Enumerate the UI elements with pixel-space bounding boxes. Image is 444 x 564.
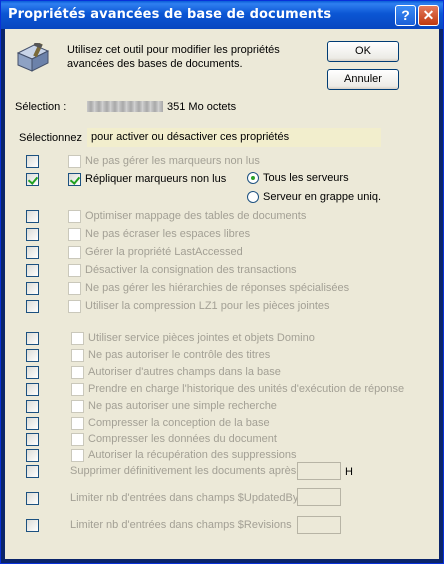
prop-checkbox-10[interactable] xyxy=(71,349,84,362)
toggle-checkbox-4[interactable] xyxy=(26,228,39,241)
prop-label-11: Autoriser d'autres champs dans la base xyxy=(88,366,281,378)
prop-label-19: Limiter nb d'entrées dans champs $Revisi… xyxy=(70,519,292,531)
prop-label-6: Désactiver la consignation des transacti… xyxy=(85,264,297,276)
selection-label: Sélection : xyxy=(15,101,67,113)
toggle-checkbox-19[interactable] xyxy=(26,519,39,532)
toggle-hint-banner: pour activer ou désactiver ces propriété… xyxy=(87,128,381,147)
dialog-body: Utilisez cet outil pour modifier les pro… xyxy=(5,29,439,559)
prop-label-13: Ne pas autoriser une simple recherche xyxy=(88,400,277,412)
prop-checkbox-11[interactable] xyxy=(71,366,84,379)
prop-label-18: Limiter nb d'entrées dans champs $Update… xyxy=(70,492,299,504)
selection-size: 351 Mo octets xyxy=(167,101,237,113)
database-name-redacted xyxy=(87,101,163,112)
purge-interval-input[interactable] xyxy=(297,462,341,480)
prop-checkbox-16[interactable] xyxy=(71,449,84,462)
prop-checkbox-7[interactable] xyxy=(68,282,81,295)
toggle-column-label: Sélectionnez xyxy=(19,132,82,144)
toggle-checkbox-6[interactable] xyxy=(26,264,39,277)
prop-label-8: Utiliser la compression LZ1 pour les piè… xyxy=(85,300,330,312)
toggle-checkbox-8[interactable] xyxy=(26,300,39,313)
prop-label-12: Prendre en charge l'historique des unité… xyxy=(88,383,405,395)
toggle-checkbox-11[interactable] xyxy=(26,366,39,379)
prop-checkbox-3[interactable] xyxy=(68,210,81,223)
radio-all-servers[interactable] xyxy=(247,172,259,184)
prop-checkbox-5[interactable] xyxy=(68,246,81,259)
prop-label-16: Autoriser la récupération des suppressio… xyxy=(88,449,297,461)
ok-button[interactable]: OK xyxy=(327,41,399,62)
prop-label-4: Ne pas écraser les espaces libres xyxy=(85,228,251,240)
prop-checkbox-6[interactable] xyxy=(68,264,81,277)
toggle-checkbox-12[interactable] xyxy=(26,383,39,396)
radio-cluster-server[interactable] xyxy=(247,191,259,203)
prop-checkbox-1[interactable] xyxy=(68,155,81,168)
description-line-1: Utilisez cet outil pour modifier les pro… xyxy=(67,44,280,56)
radio-cluster-server-label: Serveur en grappe uniq. xyxy=(263,191,382,203)
prop-label-17: Supprimer définitivement les documents a… xyxy=(70,465,297,477)
toggle-checkbox-18[interactable] xyxy=(26,492,39,505)
database-tool-icon xyxy=(16,43,50,72)
close-button[interactable]: ✕ xyxy=(418,5,439,26)
prop-label-5: Gérer la propriété LastAccessed xyxy=(85,246,243,258)
toggle-checkbox-1[interactable] xyxy=(26,155,39,168)
dialog-window: Propriétés avancées de base de documents… xyxy=(0,0,444,564)
window-title: Propriétés avancées de base de documents xyxy=(8,7,332,22)
radio-all-servers-label: Tous les serveurs xyxy=(263,172,349,184)
prop-label-10: Ne pas autoriser le contrôle des titres xyxy=(88,349,271,361)
prop-checkbox-15[interactable] xyxy=(71,433,84,446)
prop-label-7: Ne pas gérer les hiérarchies de réponses… xyxy=(85,282,350,294)
title-bar[interactable]: Propriétés avancées de base de documents… xyxy=(1,1,443,29)
prop-label-9: Utiliser service pièces jointes et objet… xyxy=(88,332,315,344)
prop-checkbox-8[interactable] xyxy=(68,300,81,313)
toggle-checkbox-9[interactable] xyxy=(26,332,39,345)
toggle-checkbox-15[interactable] xyxy=(26,433,39,446)
prop-checkbox-9[interactable] xyxy=(71,332,84,345)
toggle-checkbox-13[interactable] xyxy=(26,400,39,413)
cancel-button[interactable]: Annuler xyxy=(327,69,399,90)
toggle-checkbox-3[interactable] xyxy=(26,210,39,223)
prop-label-15: Compresser les données du document xyxy=(88,433,277,445)
prop-label-2: Répliquer marqueurs non lus xyxy=(85,173,227,185)
prop-checkbox-4[interactable] xyxy=(68,228,81,241)
prop-label-14: Compresser la conception de la base xyxy=(88,417,270,429)
prop-checkbox-14[interactable] xyxy=(71,417,84,430)
prop-checkbox-2[interactable] xyxy=(68,173,81,186)
updatedby-limit-input[interactable] xyxy=(297,488,341,506)
revisions-limit-input[interactable] xyxy=(297,516,341,534)
toggle-checkbox-7[interactable] xyxy=(26,282,39,295)
purge-interval-unit: H xyxy=(345,466,353,478)
toggle-checkbox-10[interactable] xyxy=(26,349,39,362)
toggle-hint-text: pour activer ou désactiver ces propriété… xyxy=(91,131,290,143)
toggle-checkbox-17[interactable] xyxy=(26,465,39,478)
description-line-2: avancées des bases de documents. xyxy=(67,58,243,70)
toggle-checkbox-5[interactable] xyxy=(26,246,39,259)
prop-label-3: Optimiser mappage des tables de document… xyxy=(85,210,307,222)
prop-checkbox-13[interactable] xyxy=(71,400,84,413)
help-button[interactable]: ? xyxy=(395,5,416,26)
toggle-checkbox-14[interactable] xyxy=(26,417,39,430)
toggle-checkbox-16[interactable] xyxy=(26,449,39,462)
toggle-checkbox-2[interactable] xyxy=(26,173,39,186)
prop-checkbox-12[interactable] xyxy=(71,383,84,396)
prop-label-1: Ne pas gérer les marqueurs non lus xyxy=(85,155,260,167)
